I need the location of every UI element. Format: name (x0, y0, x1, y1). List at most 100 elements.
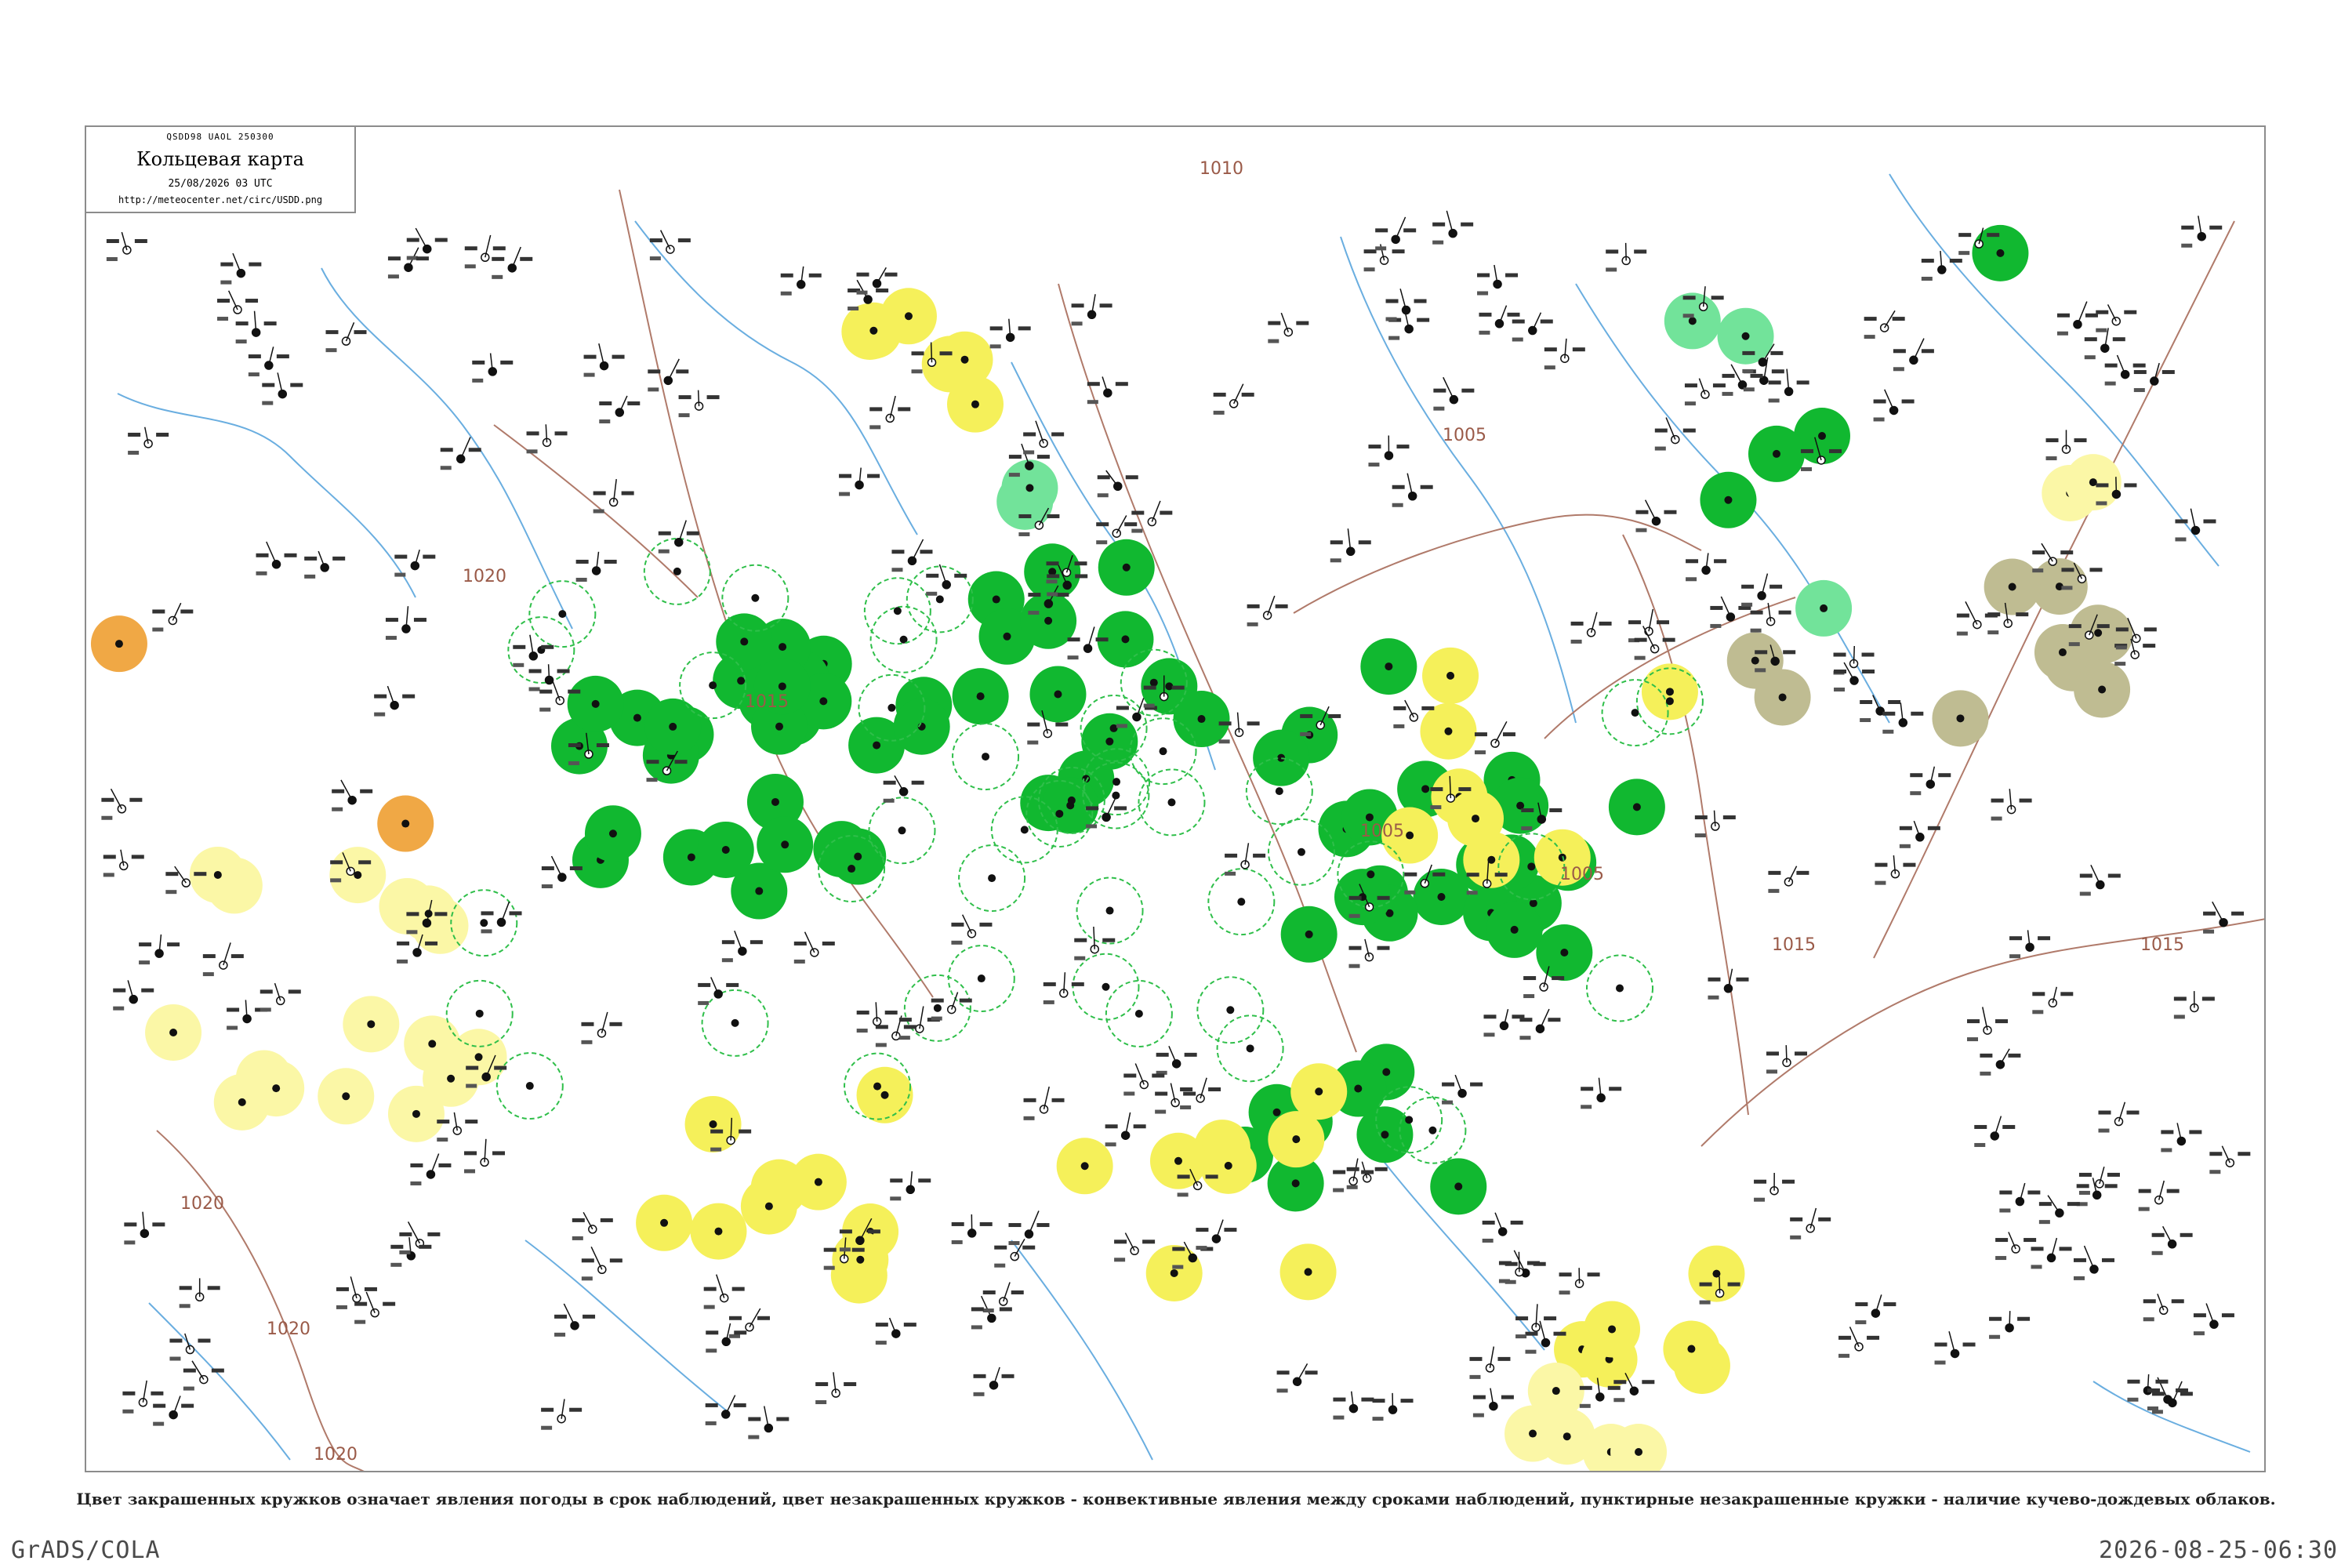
station-reading (1502, 732, 1515, 737)
station-reading (1980, 1053, 1993, 1058)
station-reading (124, 1222, 137, 1227)
station-dot (525, 1082, 534, 1091)
station-dot (709, 681, 717, 690)
station-reading (1442, 1100, 1454, 1105)
station-reading (1694, 815, 1708, 820)
station-reading (581, 1276, 593, 1281)
station-dot (1687, 1345, 1696, 1353)
station-reading (1392, 485, 1405, 489)
wind-barb (716, 1274, 725, 1298)
station-dot (1197, 715, 1206, 724)
station-reading (390, 1262, 402, 1267)
station-reading (939, 351, 953, 356)
station-reading (898, 1036, 910, 1040)
station-reading (973, 1392, 985, 1396)
station-reading (332, 556, 346, 561)
station-reading (1055, 722, 1069, 727)
station-reading (2203, 929, 2215, 934)
station-reading (1587, 1272, 1600, 1277)
station-reading (425, 941, 438, 946)
station-reading (1469, 1356, 1483, 1361)
station-dot (2111, 316, 2122, 326)
wind-barb (1028, 1210, 1040, 1235)
station-reading (1011, 1290, 1024, 1294)
station-reading (823, 1265, 835, 1270)
station-reading (1512, 319, 1525, 324)
station-reading (304, 574, 316, 579)
station-dot (1044, 616, 1053, 625)
station-reading (1375, 246, 1387, 251)
station-reading (2138, 1207, 2150, 1211)
station-dot (2008, 583, 2016, 591)
station-dot (2094, 629, 2103, 637)
station-reading (1974, 1124, 1987, 1129)
station-reading (1018, 326, 1031, 331)
station-reading (1028, 593, 1041, 597)
station-reading (994, 1245, 1007, 1250)
station-reading (1116, 724, 1127, 728)
station-reading (1834, 688, 1846, 692)
station-reading (1086, 806, 1099, 811)
station-reading (1333, 1397, 1346, 1402)
station-reading (440, 466, 452, 470)
station-reading (245, 299, 259, 303)
station-reading (2203, 911, 2216, 916)
station-reading (153, 1403, 166, 1408)
station-dot (1818, 432, 1827, 441)
isobar-label: 1015 (2140, 935, 2184, 955)
station-reading (971, 1307, 984, 1312)
station-dot (1956, 714, 1965, 723)
station-reading (1131, 528, 1143, 533)
station-reading (198, 1338, 211, 1343)
station-dot (1665, 688, 1674, 696)
station-reading (793, 941, 807, 946)
station-dot (971, 400, 979, 408)
station-reading (2138, 1189, 2151, 1193)
station-reading (464, 1169, 476, 1174)
station-reading (1124, 522, 1138, 527)
station-dot (168, 615, 178, 626)
wind-barb (1124, 1232, 1135, 1251)
wind-barb (619, 395, 628, 413)
station-reading (1634, 249, 1647, 254)
station-reading (2209, 1170, 2221, 1174)
station-reading (2038, 936, 2051, 941)
wind-barb (547, 664, 550, 681)
station-reading (1855, 1320, 1867, 1325)
station-reading (1330, 558, 1341, 563)
map-source-url[interactable]: http://meteocenter.net/circ/USDD.png (86, 194, 354, 205)
station-reading (122, 1409, 134, 1414)
station-dot (1529, 899, 1537, 908)
station-reading (227, 1007, 240, 1012)
station-dot (779, 643, 787, 652)
station-reading (1253, 853, 1266, 858)
station-reading (926, 573, 939, 578)
station-reading (2031, 1265, 2042, 1269)
station-reading (1838, 1353, 1850, 1358)
station-reading (528, 687, 540, 691)
wind-barb (1151, 500, 1161, 522)
station-reading (1553, 1331, 1566, 1336)
station-reading (1519, 1036, 1531, 1040)
station-reading (2074, 438, 2087, 443)
station-dot (475, 1009, 484, 1018)
station-reading (757, 1316, 770, 1320)
station-reading (1056, 593, 1069, 597)
station-reading (1860, 699, 1873, 704)
station-reading (1911, 711, 1924, 716)
station-reading (706, 395, 720, 400)
station-reading (2073, 1276, 2085, 1280)
station-reading (1420, 485, 1433, 489)
wind-barb (2009, 1311, 2011, 1328)
station-reading (1684, 383, 1697, 388)
station-reading (101, 815, 113, 820)
station-reading (2096, 310, 2109, 314)
station-dot (633, 713, 641, 722)
station-reading (1296, 321, 1309, 325)
station-reading (1432, 872, 1446, 877)
station-reading (2078, 1190, 2090, 1195)
station-dot (873, 741, 881, 750)
station-reading (304, 556, 318, 561)
station-reading (1372, 1417, 1384, 1421)
station-reading (898, 407, 911, 412)
